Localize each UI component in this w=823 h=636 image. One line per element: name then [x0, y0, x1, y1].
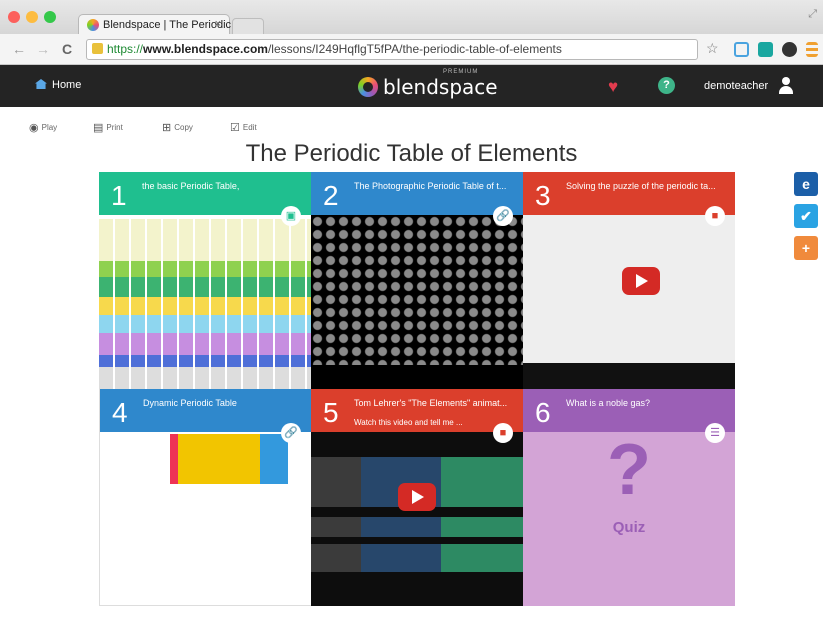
home-icon	[35, 79, 47, 89]
lesson-tile-6[interactable]: 6 What is a noble gas? ☰ ? Quiz	[523, 389, 735, 606]
extension-c-icon[interactable]	[758, 42, 773, 57]
extension-cast-icon[interactable]	[734, 42, 749, 57]
tile-caption: the basic Periodic Table,	[142, 181, 240, 191]
lesson-tile-3[interactable]: 3 Solving the puzzle of the periodic ta.…	[523, 172, 735, 389]
close-window-button[interactable]	[8, 11, 20, 23]
tile-number: 2	[323, 180, 339, 211]
video-icon: ■	[493, 423, 513, 443]
quiz-label: Quiz	[612, 519, 646, 536]
blendspace-favicon-icon	[87, 19, 99, 31]
address-bar[interactable]: https://www.blendspace.com/lessons/I249H…	[86, 39, 698, 60]
photographic-table-thumbnail	[311, 215, 523, 365]
twitter-bird-icon: ✔	[800, 208, 812, 224]
print-icon: ▤	[93, 122, 104, 134]
lesson-tile-1[interactable]: 1 the basic Periodic Table, ▣	[99, 172, 311, 389]
play-icon: ◉	[29, 122, 39, 134]
link-icon: 🔗	[493, 206, 513, 226]
page-title: The Periodic Table of Elements	[245, 140, 578, 167]
browser-titlebar: Blendspace | The Periodic × ⤢	[0, 0, 823, 35]
tile-number: 6	[535, 397, 551, 428]
tile-header: 1 the basic Periodic Table,	[99, 172, 311, 215]
tile-caption: Solving the puzzle of the periodic ta...	[566, 181, 716, 191]
tile-caption: What is a noble gas?	[566, 398, 651, 408]
quiz-question-mark-icon: ?	[607, 430, 651, 510]
tile-number: 1	[111, 180, 127, 211]
lehrer-video-thumbnail	[311, 432, 523, 606]
logo-tier: PREMIUM	[443, 69, 479, 75]
copy-button[interactable]: ⊞ Copy	[162, 121, 193, 134]
extension-circle-icon[interactable]	[782, 42, 797, 57]
play-video-icon[interactable]	[398, 483, 436, 511]
lesson-tile-2[interactable]: 2 The Photographic Periodic Table of t..…	[311, 172, 523, 389]
app-navbar: Home blendspace PREMIUM ♥ ? demoteacher	[0, 65, 823, 107]
tile-caption: The Photographic Periodic Table of t...	[354, 181, 507, 191]
favorites-heart-icon[interactable]: ♥	[608, 77, 618, 97]
minimize-window-button[interactable]	[26, 11, 38, 23]
periodic-table-thumbnail	[99, 215, 311, 389]
logo-text: blendspace	[383, 75, 498, 99]
tile-header: 4 Dynamic Periodic Table	[100, 389, 311, 432]
browser-toolbar: ← → C https://www.blendspace.com/lessons…	[0, 34, 823, 65]
edit-icon: ☑	[230, 122, 240, 134]
tab-close-icon[interactable]: ×	[215, 18, 221, 30]
home-label: Home	[52, 79, 82, 91]
copy-icon: ⊞	[162, 122, 172, 134]
tile-subcaption: Watch this video and tell me ...	[354, 418, 463, 427]
new-tab-button[interactable]	[232, 18, 264, 35]
edit-button[interactable]: ☑ Edit	[230, 121, 257, 134]
home-link[interactable]: Home	[35, 79, 81, 91]
browser-tab[interactable]: Blendspace | The Periodic ×	[78, 14, 232, 35]
tab-title: Blendspace | The Periodic	[103, 19, 232, 31]
reload-button[interactable]: C	[62, 41, 72, 57]
tile-caption: Tom Lehrer's "The Elements" animat...	[354, 398, 508, 408]
image-icon: ▣	[281, 206, 301, 226]
print-button[interactable]: ▤ Print	[93, 121, 123, 134]
play-button[interactable]: ◉ Play	[29, 121, 57, 134]
tile-header: 2 The Photographic Periodic Table of t..…	[311, 172, 523, 215]
tile-number: 4	[112, 397, 128, 428]
zoom-window-button[interactable]	[44, 11, 56, 23]
tile-caption: Dynamic Periodic Table	[143, 398, 237, 408]
tile-header: 5 Tom Lehrer's "The Elements" animat... …	[311, 389, 523, 432]
forward-button[interactable]: →	[36, 41, 50, 57]
tile-header: 3 Solving the puzzle of the periodic ta.…	[523, 172, 735, 215]
chrome-menu-icon[interactable]	[806, 42, 818, 57]
link-icon: 🔗	[281, 423, 301, 443]
lock-icon	[92, 43, 103, 54]
tile-number: 3	[535, 180, 551, 211]
help-icon[interactable]: ?	[658, 77, 675, 94]
lesson-tile-5[interactable]: 5 Tom Lehrer's "The Elements" animat... …	[311, 389, 523, 606]
lesson-tile-4[interactable]: 4 Dynamic Periodic Table 🔗	[99, 389, 311, 606]
fullscreen-icon[interactable]: ⤢	[808, 8, 817, 21]
bookmark-star-icon[interactable]: ☆	[706, 40, 719, 56]
username[interactable]: demoteacher	[704, 80, 768, 92]
twitter-share-button[interactable]: ✔	[794, 204, 818, 228]
dynamic-table-thumbnail	[170, 434, 288, 484]
logo-ring-icon	[358, 77, 378, 97]
user-avatar-icon[interactable]	[779, 77, 793, 94]
video-icon: ■	[705, 206, 725, 226]
tile-number: 5	[323, 397, 339, 428]
url-text: https://www.blendspace.com/lessons/I249H…	[107, 42, 562, 56]
play-video-icon[interactable]	[622, 267, 660, 295]
tile-header: 6 What is a noble gas?	[523, 389, 735, 432]
back-button[interactable]: ←	[12, 41, 26, 57]
share-plus-button[interactable]: +	[794, 236, 818, 260]
edmodo-share-button[interactable]: e	[794, 172, 818, 196]
